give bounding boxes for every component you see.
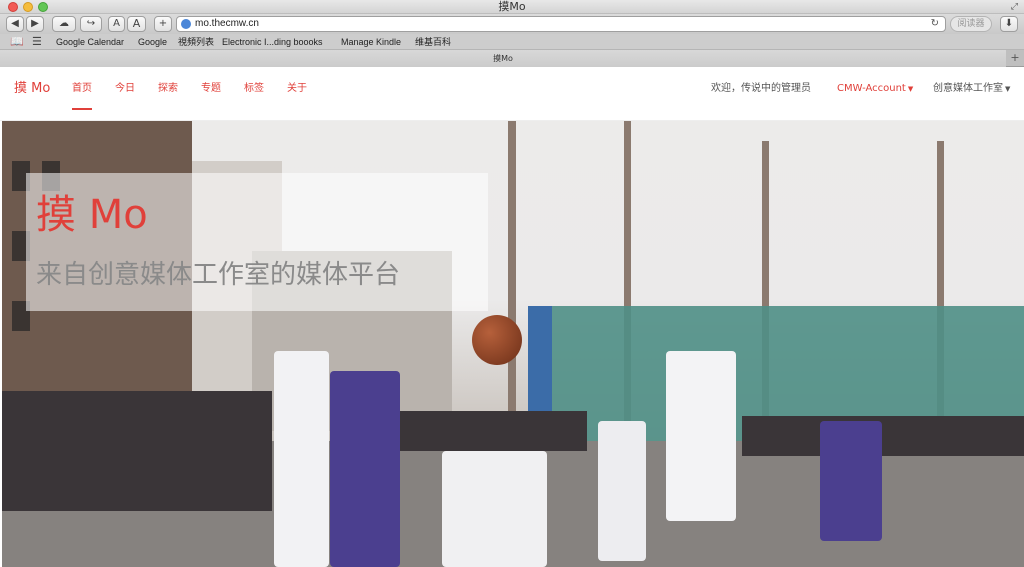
browser-toolbar: ◀ ▶ ☁ ↪ A A + mo.thecmw.cn ↻ 阅读器 ⬇ — [0, 14, 1024, 34]
share-button[interactable]: ↪ — [80, 16, 102, 32]
account-label: CMW-Account — [837, 83, 906, 94]
site-navbar: 摸 Mo 首页 今日 探索 专题 标签 关于 欢迎，传说中的管理员 CMW-Ac… — [0, 68, 1024, 121]
font-larger-button[interactable]: A — [127, 16, 146, 32]
tab-mo[interactable]: 摸Mo — [0, 50, 1006, 67]
bookmark-item[interactable]: Electronic I...ding boooks — [222, 34, 323, 50]
studio-label: 创意媒体工作室 — [933, 83, 1003, 94]
reading-list-icon[interactable]: 📖 — [10, 34, 24, 50]
bookmark-item[interactable]: Google Calendar — [56, 34, 124, 50]
icloud-tabs-button[interactable]: ☁ — [52, 16, 76, 32]
welcome-text: 欢迎，传说中的管理员 — [711, 83, 811, 94]
bookmarks-list-icon[interactable]: ☰ — [32, 34, 42, 50]
globe-icon — [181, 19, 191, 29]
bookmarks-bar: 📖 ☰ Google Calendar Google 視頻列表 Electron… — [0, 34, 1024, 50]
crowd-shape — [397, 411, 587, 451]
player-shape — [820, 421, 882, 541]
downloads-button[interactable]: ⬇ — [1000, 16, 1018, 32]
nav-today[interactable]: 今日 — [115, 79, 135, 99]
nav-about[interactable]: 关于 — [287, 79, 307, 99]
nav-tags[interactable]: 标签 — [244, 79, 264, 99]
account-dropdown[interactable]: CMW-Account ▼ — [837, 79, 913, 99]
hero-caption: 摸 Mo 来自创意媒体工作室的媒体平台 — [26, 173, 488, 311]
forward-button[interactable]: ▶ — [26, 16, 44, 32]
bookmark-item[interactable]: 维基百科 — [415, 34, 451, 50]
player-shape — [442, 451, 547, 567]
caret-down-icon: ▼ — [907, 85, 914, 93]
banner-shape — [528, 306, 552, 426]
tree-shape — [508, 121, 516, 421]
basketball-shape — [472, 315, 522, 365]
new-tab-button[interactable]: + — [1008, 52, 1022, 65]
nav-explore[interactable]: 探索 — [158, 79, 178, 99]
hero-subtitle: 来自创意媒体工作室的媒体平台 — [36, 260, 401, 290]
address-bar[interactable]: mo.thecmw.cn ↻ — [176, 16, 946, 32]
bookmark-item[interactable]: Manage Kindle — [341, 34, 401, 50]
hero-banner: 摸 Mo 来自创意媒体工作室的媒体平台 — [2, 121, 1024, 567]
site-brand[interactable]: 摸 Mo — [14, 79, 50, 99]
hero-title: 摸 Mo — [36, 192, 148, 238]
back-button[interactable]: ◀ — [6, 16, 24, 32]
bookmark-item[interactable]: 視頻列表 — [178, 34, 214, 50]
caret-down-icon: ▼ — [1005, 85, 1011, 93]
bookmark-item[interactable]: Google — [138, 34, 167, 50]
reader-button[interactable]: 阅读器 — [950, 16, 992, 32]
crowd-shape — [2, 391, 272, 511]
nav-topics[interactable]: 专题 — [201, 79, 221, 99]
font-smaller-button[interactable]: A — [108, 16, 125, 32]
player-shape — [598, 421, 646, 561]
studio-dropdown[interactable]: 创意媒体工作室 ▼ — [933, 79, 1010, 99]
add-bookmark-button[interactable]: + — [154, 16, 172, 32]
player-shape — [330, 371, 400, 567]
player-shape — [274, 351, 329, 567]
nav-home[interactable]: 首页 — [72, 79, 92, 110]
player-shape — [666, 351, 736, 521]
fullscreen-icon[interactable]: ⤢ — [1011, 2, 1018, 12]
reload-icon[interactable]: ↻ — [931, 17, 939, 31]
tab-bar: 摸Mo + — [0, 50, 1024, 67]
window-titlebar: 摸Mo ⤢ — [0, 0, 1024, 14]
address-text: mo.thecmw.cn — [195, 18, 259, 29]
crowd-shape — [742, 416, 1024, 456]
window-title: 摸Mo — [498, 0, 526, 13]
